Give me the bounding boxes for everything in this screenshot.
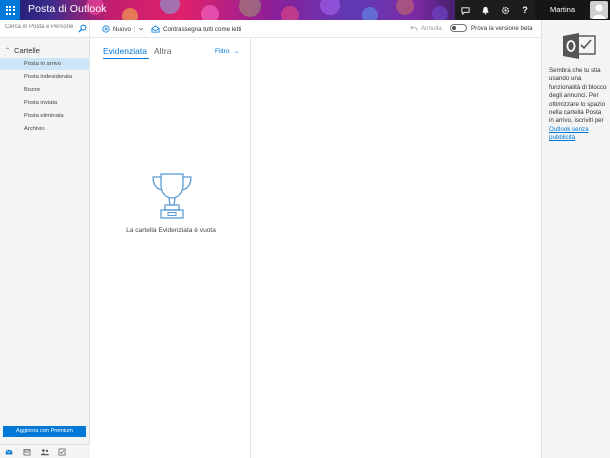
chevron-down-icon: ⌄	[234, 49, 240, 55]
sidebar-item-deleted[interactable]: Posta eliminata	[0, 110, 89, 122]
sidebar-item-label: Posta in arrivo	[24, 61, 62, 67]
ad-free-outlook-link[interactable]: Outlook senza pubblicità	[549, 126, 589, 141]
skype-icon	[460, 6, 470, 15]
people-icon[interactable]	[40, 448, 50, 456]
folders-header[interactable]: ⌃ Cartelle	[5, 46, 40, 55]
module-switcher	[0, 444, 90, 458]
mail-icon[interactable]	[5, 448, 13, 456]
chevron-up-icon: ⌃	[5, 48, 11, 54]
help-icon: ?	[522, 5, 528, 15]
beta-label: Prova la versione beta	[471, 25, 533, 32]
toggle-knob	[452, 26, 456, 30]
sidebar-item-archive[interactable]: Archivio	[0, 123, 89, 135]
new-separator: |	[133, 25, 136, 33]
tab-other[interactable]: Altra	[154, 46, 171, 56]
avatar[interactable]	[590, 1, 608, 19]
sidebar-item-label: Bozze	[24, 87, 41, 93]
mark-all-read-button[interactable]: Contrassegna tutti come letti	[151, 25, 241, 33]
notifications-button[interactable]	[475, 0, 495, 20]
upgrade-premium-button[interactable]: Aggiorna con Premium	[3, 426, 86, 437]
folders-header-label: Cartelle	[14, 46, 40, 55]
undo-label: Annulla	[421, 25, 442, 32]
calendar-icon[interactable]	[23, 448, 31, 456]
ad-blocker-text: Sembra che tu stia usando una funzionali…	[549, 67, 607, 125]
outlook-logo-icon	[563, 33, 596, 59]
ad-column: Sembra che tu stia usando una funzionali…	[541, 20, 610, 458]
trophy-icon	[152, 173, 192, 219]
sidebar-item-sent[interactable]: Posta inviata	[0, 97, 89, 109]
search-box[interactable]	[0, 20, 90, 38]
sidebar-item-drafts[interactable]: Bozze	[0, 84, 89, 96]
waffle-icon	[5, 5, 15, 15]
avatar-person-icon	[592, 4, 606, 19]
sidebar-item-inbox[interactable]: Posta in arrivo	[0, 58, 89, 70]
reading-pane	[252, 38, 541, 458]
help-button[interactable]: ?	[515, 0, 535, 20]
chevron-down-icon[interactable]	[138, 26, 144, 32]
open-envelope-icon	[151, 25, 160, 33]
settings-button[interactable]	[495, 0, 515, 20]
sidebar-item-label: Posta eliminata	[24, 113, 64, 119]
mark-all-read-label: Contrassegna tutti come letti	[163, 25, 242, 33]
bell-icon	[481, 6, 489, 15]
new-button[interactable]: Nuovo |	[102, 25, 144, 33]
beta-label-wrap: Prova la versione beta	[471, 25, 533, 32]
undo-icon	[410, 25, 418, 31]
user-name[interactable]: Martina	[550, 5, 575, 14]
new-button-label: Nuovo	[113, 25, 131, 33]
tab-focused[interactable]: Evidenziata	[103, 46, 147, 56]
sidebar-item-junk[interactable]: Posta indesiderata	[0, 71, 89, 83]
sidebar-item-label: Posta indesiderata	[24, 74, 73, 80]
search-input[interactable]	[5, 24, 77, 30]
empty-folder-message: La cartella Evidenziata è vuota	[126, 227, 216, 234]
gear-icon	[501, 6, 509, 14]
top-header-bar: Posta di Outlook ? Martina	[0, 0, 610, 20]
ad-blocker-notice: Sembra che tu stia usando una funzionali…	[549, 67, 607, 143]
undo-button[interactable]: Annulla	[410, 25, 442, 32]
app-title[interactable]: Posta di Outlook	[28, 3, 107, 15]
sidebar-item-label: Archivio	[24, 126, 45, 132]
beta-toggle[interactable]	[450, 24, 467, 32]
message-list: Evidenziata Altra Filtro ⌄ La cartella E…	[91, 38, 251, 458]
plus-circle-icon	[102, 25, 110, 33]
sidebar-item-label: Posta inviata	[24, 100, 58, 106]
tasks-icon[interactable]	[58, 448, 66, 456]
filter-button[interactable]: Filtro ⌄	[215, 48, 239, 55]
skype-button[interactable]	[455, 0, 475, 20]
search-icon[interactable]	[78, 24, 87, 33]
folder-pane: ⌃ Cartelle Posta in arrivo Posta indesid…	[0, 38, 90, 458]
app-launcher-button[interactable]	[0, 0, 20, 20]
filter-label: Filtro	[215, 48, 230, 55]
tab-focused-underline	[103, 58, 149, 59]
